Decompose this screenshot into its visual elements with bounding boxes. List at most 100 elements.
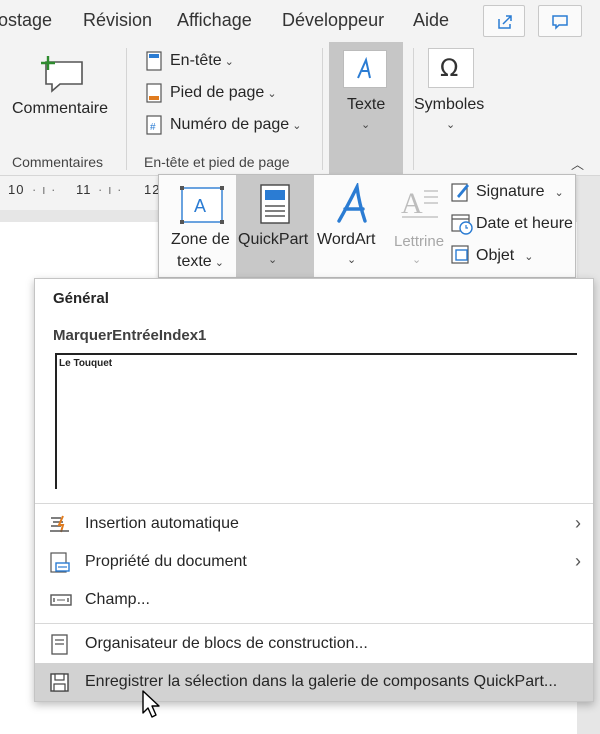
menu-separator <box>35 503 593 504</box>
svg-text:A: A <box>194 196 206 216</box>
quickpart-label: QuickPart <box>238 231 309 248</box>
chevron-down-icon: ⌄ <box>267 88 277 100</box>
menu-item-propriete-document[interactable]: Propriété du document › <box>35 543 593 581</box>
signature-button[interactable]: Signature ⌄ <box>476 183 564 201</box>
share-icon <box>498 15 512 29</box>
chevron-down-icon: ⌄ <box>412 254 422 266</box>
omega-icon: Ω <box>440 54 459 82</box>
menu-item-label: Champ... <box>85 591 150 608</box>
menu-item-organisateur[interactable]: Organisateur de blocs de construction... <box>35 625 593 663</box>
new-comment-button[interactable]: Commentaire <box>12 100 108 118</box>
text-box-icon: A <box>180 186 224 224</box>
ruler-number: 11 <box>76 182 92 197</box>
chevron-down-icon: ⌄ <box>524 251 534 263</box>
drop-cap-icon: A <box>401 187 438 220</box>
signature-icon <box>451 183 469 202</box>
mouse-cursor-icon <box>142 690 160 718</box>
quickpart-button[interactable]: QuickPart ⌄ <box>236 175 314 277</box>
zone-de-texte-button[interactable]: A Zone de texte ⌄ <box>159 175 235 277</box>
zone-label-text: texte <box>177 253 212 270</box>
texte-button[interactable]: Texte ⌄ <box>329 42 403 176</box>
menu-item-label: Insertion automatique <box>85 515 239 532</box>
new-comment-icon <box>41 56 83 93</box>
preview-text: Le Touquet <box>59 358 113 369</box>
texte-dropdown-panel: A Zone de texte ⌄ QuickPart ⌄ WordArt ⌄ A… <box>158 174 576 278</box>
document-property-icon <box>50 552 70 573</box>
chevron-down-icon: ⌄ <box>224 56 234 68</box>
autotext-icon <box>50 515 69 533</box>
symboles-icon-box: Ω <box>428 48 474 88</box>
chevron-down-icon: ⌄ <box>361 119 371 131</box>
ribbon: Commentaire Commentaires En-tête ⌄ Pied d… <box>0 42 600 176</box>
objet-label: Objet <box>476 247 515 264</box>
date-et-heure-button[interactable]: Date et heure <box>476 215 573 233</box>
chevron-up-icon[interactable]: ︿ <box>571 154 584 173</box>
wordart-button[interactable]: WordArt ⌄ <box>315 175 391 277</box>
page-number-icon: # <box>146 115 162 135</box>
date-time-icon <box>451 214 473 235</box>
pied-de-page-button[interactable]: Pied de page ⌄ <box>170 84 277 102</box>
comment-speech-icon <box>552 15 568 30</box>
chevron-down-icon: ⌄ <box>268 254 278 266</box>
tab-developpeur[interactable]: Développeur <box>282 10 384 31</box>
ruler: 10 · ı · 11 · ı · 12 <box>0 176 170 210</box>
lettrine-button[interactable]: A Lettrine ⌄ <box>392 175 446 277</box>
wordart-icon <box>337 183 367 223</box>
chevron-down-icon: ⌄ <box>214 257 224 269</box>
objet-button[interactable]: Objet ⌄ <box>476 247 533 265</box>
menu-item-insertion-automatique[interactable]: Insertion automatique › <box>35 505 593 543</box>
chevron-down-icon: ⌄ <box>554 187 564 199</box>
svg-text:#: # <box>150 122 156 133</box>
ruler-number: 10 <box>8 182 25 197</box>
entete-label: En-tête <box>170 52 222 69</box>
zone-label-line1: Zone de <box>171 231 230 248</box>
wordart-label: WordArt <box>317 231 376 248</box>
object-icon <box>451 245 469 264</box>
save-selection-icon <box>50 673 69 692</box>
ruler-ticks: · ı · <box>98 182 123 197</box>
field-icon <box>50 594 72 606</box>
texte-label: Texte <box>347 96 386 113</box>
numero-label: Numéro de page <box>170 116 290 133</box>
menu-separator <box>35 623 593 624</box>
text-a-icon <box>357 57 371 79</box>
lettrine-label: Lettrine <box>394 233 445 250</box>
chevron-right-icon: › <box>575 551 581 571</box>
quickpart-menu: Général MarquerEntréeIndex1 Le Touquet I… <box>34 278 594 702</box>
menu-item-enregistrer-selection[interactable]: Enregistrer la sélection dans la galerie… <box>35 663 593 701</box>
gallery-header: Général <box>53 290 109 307</box>
menu-item-champ[interactable]: Champ... <box>35 581 593 619</box>
comments-button[interactable] <box>538 5 582 37</box>
group-entete-label: En-tête et pied de page <box>144 154 290 170</box>
chevron-right-icon: › <box>575 513 581 533</box>
gallery-entry-preview[interactable]: Le Touquet <box>55 353 577 489</box>
svg-text:A: A <box>401 187 423 220</box>
building-blocks-organizer-icon <box>51 634 68 655</box>
tab-affichage[interactable]: Affichage <box>177 10 252 31</box>
group-separator <box>126 48 127 170</box>
numero-de-page-button[interactable]: Numéro de page ⌄ <box>170 116 301 134</box>
group-separator <box>322 48 323 170</box>
signature-label: Signature <box>476 183 545 200</box>
menu-item-label: Propriété du document <box>85 553 247 570</box>
ribbon-tab-bar: ostage Révision Affichage Développeur Ai… <box>0 0 600 42</box>
share-button[interactable] <box>483 5 525 37</box>
texte-icon-box <box>343 50 387 88</box>
group-commentaires-label: Commentaires <box>12 154 104 170</box>
entete-button[interactable]: En-tête ⌄ <box>170 52 234 70</box>
quickpart-icon <box>260 184 290 224</box>
header-icon <box>146 51 162 71</box>
footer-icon <box>146 83 162 103</box>
zone-label-line2: texte ⌄ <box>177 253 224 271</box>
chevron-down-icon: ⌄ <box>347 254 357 266</box>
tab-revision[interactable]: Révision <box>83 10 152 31</box>
pied-label: Pied de page <box>170 84 265 101</box>
chevron-down-icon: ⌄ <box>292 120 302 132</box>
chevron-down-icon: ⌄ <box>446 119 456 131</box>
ruler-ticks: · ı · <box>32 182 57 197</box>
symboles-button[interactable]: Symboles <box>414 96 484 114</box>
tab-aide[interactable]: Aide <box>413 10 449 31</box>
menu-item-label: Organisateur de blocs de construction... <box>85 635 368 652</box>
tab-publipostage[interactable]: ostage <box>0 10 52 31</box>
gallery-entry-title[interactable]: MarquerEntréeIndex1 <box>53 327 206 344</box>
